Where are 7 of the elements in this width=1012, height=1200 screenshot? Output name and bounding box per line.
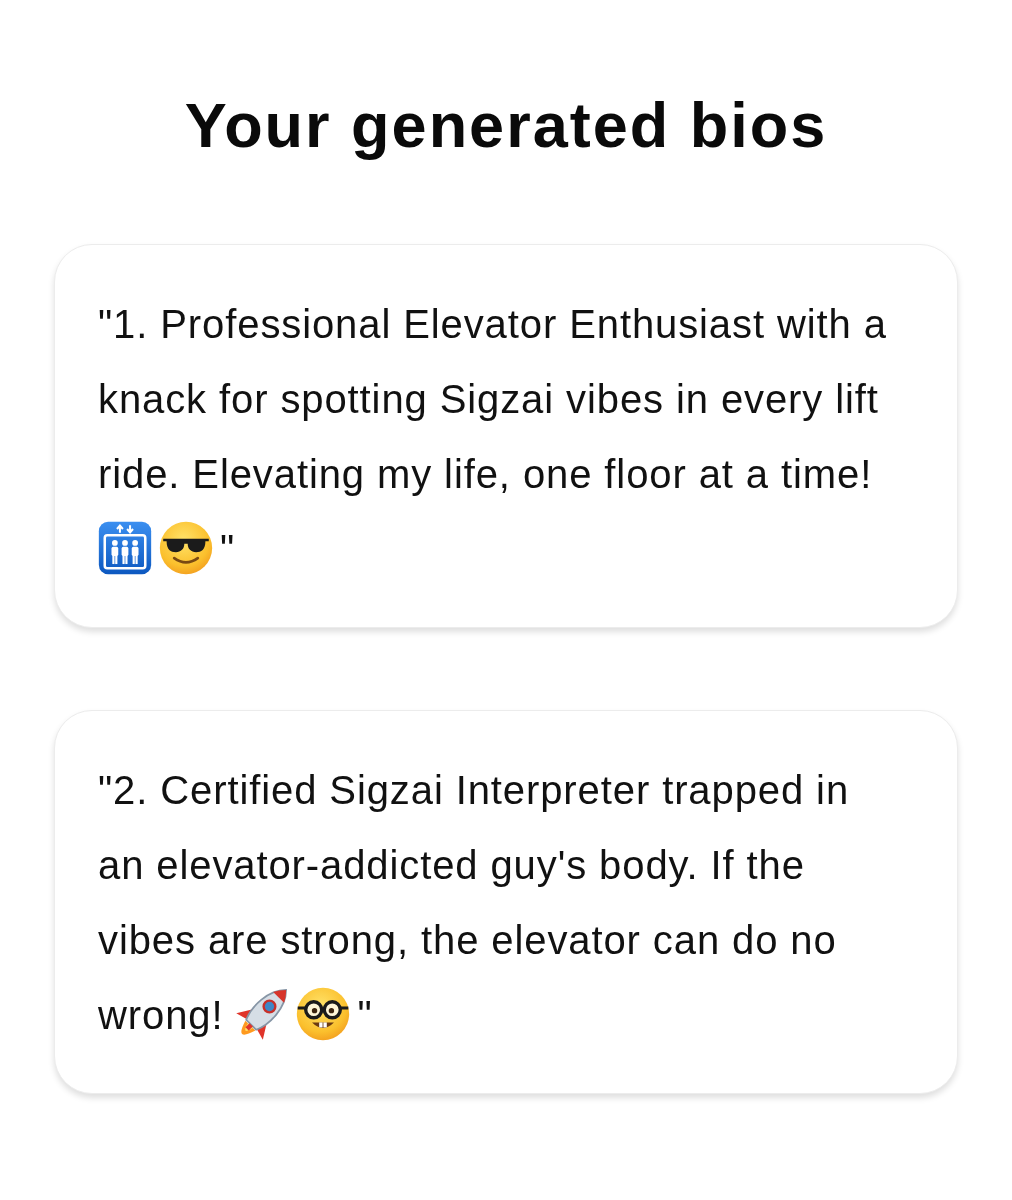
- sunglasses-face-icon: [159, 521, 213, 575]
- bio-text: "2. Certified Sigzai Interpreter trapped in an elevator-addicted guy's body. If the vibes are strong, the elevator can do no wrong! ": [98, 753, 896, 1053]
- bio-text: "1. Professional Elevator Enthusiast with a knack for spotting Sigzai vibes in every lift ride. Elevating my life, one floor at a time! ": [98, 287, 896, 587]
- elevator-icon: [98, 521, 152, 575]
- rocket-icon: [235, 987, 290, 1041]
- nerd-face-icon: [296, 987, 351, 1041]
- page-title: Your generated bios: [183, 89, 829, 162]
